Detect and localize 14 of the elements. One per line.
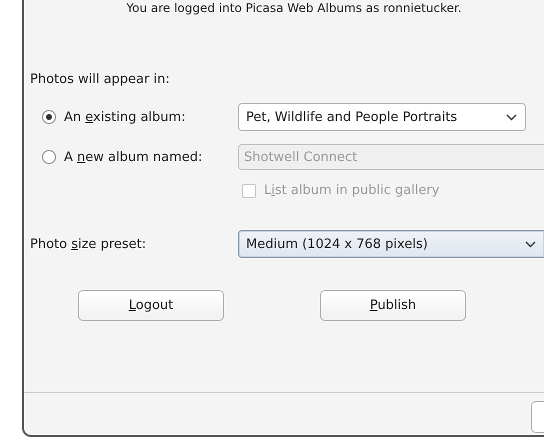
cut-off-button[interactable] [531,401,544,433]
section-heading: Photos will appear in: [30,71,170,89]
chevron-down-icon [525,240,536,248]
chevron-down-icon [506,114,517,120]
album-value: Pet, Wildlife and People Portraits [246,110,458,124]
size-preset-value: Medium (1024 x 768 pixels) [246,236,428,252]
size-preset-label: Photo size preset: [30,236,148,252]
login-message: You are logged into Picasa Web Albums as ronnietucker. [126,0,462,16]
radio-label[interactable]: An existing album: [64,110,186,124]
album-dropdown[interactable]: Pet, Wildlife and People Portraits [238,103,526,131]
radio-button[interactable] [42,110,56,124]
size-preset-dropdown[interactable]: Medium (1024 x 768 pixels) [238,230,544,258]
dialog-button[interactable]: Logout [78,290,224,321]
dialog-button[interactable]: Publish [320,290,466,321]
